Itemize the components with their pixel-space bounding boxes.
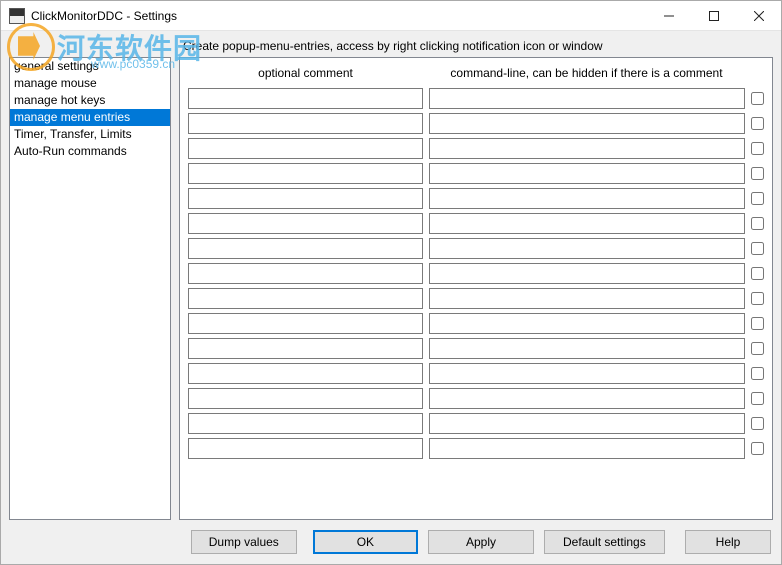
command-input[interactable] bbox=[429, 313, 745, 334]
entry-checkbox[interactable] bbox=[751, 317, 764, 330]
command-input[interactable] bbox=[429, 238, 745, 259]
entry-row bbox=[188, 413, 764, 434]
entry-checkbox[interactable] bbox=[751, 342, 764, 355]
column-headers: optional comment command-line, can be hi… bbox=[188, 66, 764, 80]
sidebar-item-auto-run-commands[interactable]: Auto-Run commands bbox=[10, 143, 170, 160]
command-input[interactable] bbox=[429, 288, 745, 309]
entry-checkbox[interactable] bbox=[751, 267, 764, 280]
command-input[interactable] bbox=[429, 338, 745, 359]
comment-input[interactable] bbox=[188, 188, 423, 209]
comment-input[interactable] bbox=[188, 88, 423, 109]
entries-panel: optional comment command-line, can be hi… bbox=[179, 57, 773, 520]
comment-input[interactable] bbox=[188, 413, 423, 434]
comment-input[interactable] bbox=[188, 113, 423, 134]
ok-button[interactable]: OK bbox=[313, 530, 419, 554]
comment-input[interactable] bbox=[188, 438, 423, 459]
help-button[interactable]: Help bbox=[685, 530, 771, 554]
entry-row bbox=[188, 138, 764, 159]
comment-input[interactable] bbox=[188, 163, 423, 184]
settings-window: ClickMonitorDDC - Settings general setti… bbox=[0, 0, 782, 565]
entry-checkbox[interactable] bbox=[751, 367, 764, 380]
sidebar-item-manage-hot-keys[interactable]: manage hot keys bbox=[10, 92, 170, 109]
entry-row bbox=[188, 338, 764, 359]
command-input[interactable] bbox=[429, 113, 745, 134]
maximize-button[interactable] bbox=[691, 1, 736, 30]
close-button[interactable] bbox=[736, 1, 781, 30]
sidebar-item-manage-menu-entries[interactable]: manage menu entries bbox=[10, 109, 170, 126]
apply-button[interactable]: Apply bbox=[428, 530, 534, 554]
entry-checkbox[interactable] bbox=[751, 292, 764, 305]
header-comment: optional comment bbox=[188, 66, 423, 80]
sidebar-item-manage-mouse[interactable]: manage mouse bbox=[10, 75, 170, 92]
comment-input[interactable] bbox=[188, 338, 423, 359]
titlebar: ClickMonitorDDC - Settings bbox=[1, 1, 781, 31]
comment-input[interactable] bbox=[188, 213, 423, 234]
entries-list bbox=[188, 88, 764, 459]
entry-checkbox[interactable] bbox=[751, 142, 764, 155]
sidebar-item-general-settings[interactable]: general settings bbox=[10, 58, 170, 75]
entry-row bbox=[188, 238, 764, 259]
entry-row bbox=[188, 113, 764, 134]
minimize-button[interactable] bbox=[646, 1, 691, 30]
app-icon bbox=[9, 8, 25, 24]
entry-checkbox[interactable] bbox=[751, 217, 764, 230]
header-command: command-line, can be hidden if there is … bbox=[429, 66, 744, 80]
entry-row bbox=[188, 213, 764, 234]
entry-row bbox=[188, 263, 764, 284]
entry-checkbox[interactable] bbox=[751, 417, 764, 430]
comment-input[interactable] bbox=[188, 388, 423, 409]
command-input[interactable] bbox=[429, 413, 745, 434]
main-row: general settingsmanage mousemanage hot k… bbox=[9, 35, 773, 520]
command-input[interactable] bbox=[429, 438, 745, 459]
entry-checkbox[interactable] bbox=[751, 92, 764, 105]
entry-checkbox[interactable] bbox=[751, 242, 764, 255]
entry-row bbox=[188, 388, 764, 409]
right-pane: Create popup-menu-entries, access by rig… bbox=[179, 35, 773, 520]
window-title: ClickMonitorDDC - Settings bbox=[31, 9, 177, 23]
entry-row bbox=[188, 188, 764, 209]
comment-input[interactable] bbox=[188, 138, 423, 159]
entry-checkbox[interactable] bbox=[751, 392, 764, 405]
instruction-text: Create popup-menu-entries, access by rig… bbox=[179, 35, 773, 57]
entry-row bbox=[188, 313, 764, 334]
command-input[interactable] bbox=[429, 388, 745, 409]
comment-input[interactable] bbox=[188, 313, 423, 334]
entry-checkbox[interactable] bbox=[751, 192, 764, 205]
comment-input[interactable] bbox=[188, 288, 423, 309]
dump-values-button[interactable]: Dump values bbox=[191, 530, 297, 554]
button-bar: Dump values OK Apply Default settings He… bbox=[9, 520, 773, 556]
entry-row bbox=[188, 363, 764, 384]
window-body: general settingsmanage mousemanage hot k… bbox=[1, 31, 781, 564]
command-input[interactable] bbox=[429, 363, 745, 384]
command-input[interactable] bbox=[429, 188, 745, 209]
sidebar: general settingsmanage mousemanage hot k… bbox=[9, 57, 171, 520]
entry-checkbox[interactable] bbox=[751, 442, 764, 455]
default-settings-button[interactable]: Default settings bbox=[544, 530, 665, 554]
entry-row bbox=[188, 163, 764, 184]
entry-row bbox=[188, 288, 764, 309]
command-input[interactable] bbox=[429, 263, 745, 284]
entry-row bbox=[188, 438, 764, 459]
command-input[interactable] bbox=[429, 163, 745, 184]
comment-input[interactable] bbox=[188, 238, 423, 259]
comment-input[interactable] bbox=[188, 263, 423, 284]
entry-checkbox[interactable] bbox=[751, 117, 764, 130]
entry-row bbox=[188, 88, 764, 109]
command-input[interactable] bbox=[429, 138, 745, 159]
command-input[interactable] bbox=[429, 213, 745, 234]
comment-input[interactable] bbox=[188, 363, 423, 384]
sidebar-item-timer-transfer-limits[interactable]: Timer, Transfer, Limits bbox=[10, 126, 170, 143]
entry-checkbox[interactable] bbox=[751, 167, 764, 180]
command-input[interactable] bbox=[429, 88, 745, 109]
